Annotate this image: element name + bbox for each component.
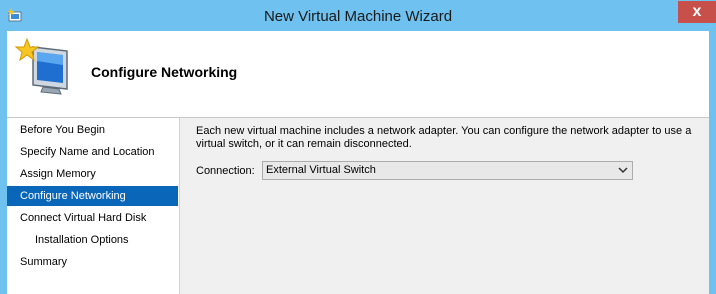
chevron-down-icon (618, 167, 628, 174)
nav-item-connect-virtual-hard-disk[interactable]: Connect Virtual Hard Disk (7, 208, 178, 228)
page-title: Configure Networking (91, 64, 238, 80)
close-button[interactable]: x (678, 1, 716, 23)
nav-item-assign-memory[interactable]: Assign Memory (7, 164, 178, 184)
connection-label: Connection: (196, 165, 255, 177)
nav-item-installation-options[interactable]: Installation Options (7, 230, 178, 250)
window-border-left (0, 31, 7, 294)
nav-item-specify-name-location[interactable]: Specify Name and Location (7, 142, 178, 162)
networking-description: Each new virtual machine includes a netw… (196, 125, 692, 150)
connection-selected-value: External Virtual Switch (266, 164, 376, 176)
window-border-right (709, 31, 716, 294)
nav-item-before-you-begin[interactable]: Before You Begin (7, 120, 178, 140)
window-title: New Virtual Machine Wizard (263, 8, 453, 25)
wizard-header: Configure Networking (7, 31, 709, 118)
wizard-step-nav: Before You Begin Specify Name and Locati… (7, 118, 180, 294)
connection-dropdown[interactable]: External Virtual Switch (262, 161, 633, 180)
title-bar: New Virtual Machine Wizard x (0, 0, 716, 31)
monitor-with-star-icon (14, 37, 68, 95)
nav-item-summary[interactable]: Summary (7, 252, 178, 272)
nav-item-configure-networking[interactable]: Configure Networking (7, 186, 178, 206)
main-content: Each new virtual machine includes a netw… (180, 118, 709, 294)
